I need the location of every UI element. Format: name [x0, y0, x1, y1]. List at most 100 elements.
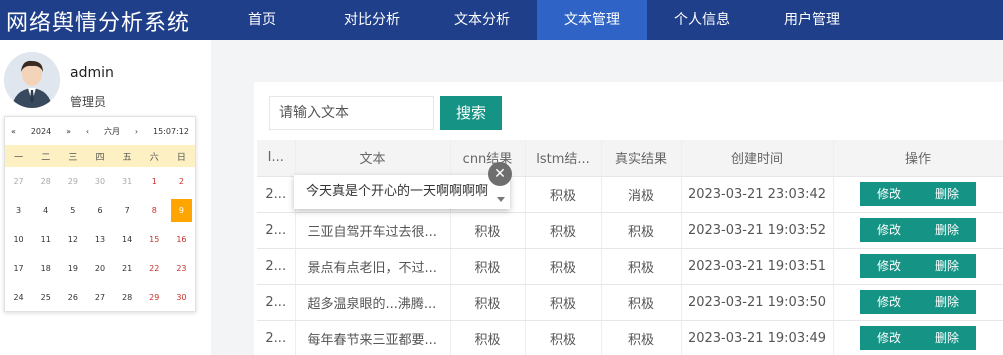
- column-header-truth[interactable]: 真实结果: [601, 140, 682, 177]
- next-month-button[interactable]: ›: [135, 127, 138, 136]
- calendar-year[interactable]: 2024: [31, 127, 51, 136]
- nav-item-profile[interactable]: 个人信息: [647, 0, 757, 40]
- calendar-day[interactable]: 30: [168, 283, 195, 312]
- delete-button[interactable]: 删除: [918, 182, 976, 206]
- calendar-day[interactable]: 27: [86, 283, 113, 312]
- calendar-month[interactable]: 六月: [104, 126, 120, 137]
- search-button[interactable]: 搜索: [440, 96, 502, 130]
- calendar-days: 27 28 29 30 31 1 2 3 4 5 6 7 8 9 10 11 12 13 14 15 16 17 18 19 2…: [5, 167, 195, 312]
- calendar-day[interactable]: 28: [32, 167, 59, 196]
- delete-button[interactable]: 删除: [918, 290, 976, 314]
- calendar-day[interactable]: 9: [170, 199, 192, 222]
- row-action-buttons: 修改 删除: [860, 182, 976, 206]
- nav-item-compare[interactable]: 对比分析: [317, 0, 427, 40]
- text-management-panel: 请输入文本 搜索 I... 文本 cnn结果 lstm结... 真实结果 创建时…: [254, 82, 1003, 355]
- weekday-label: 二: [41, 152, 51, 163]
- calendar-day[interactable]: 5: [59, 196, 86, 225]
- calendar-day[interactable]: 20: [86, 254, 113, 283]
- column-header-id[interactable]: I...: [257, 140, 296, 177]
- delete-button[interactable]: 删除: [918, 326, 976, 350]
- calendar-weekdays: 一 二 三 四 五 六 日: [5, 145, 195, 167]
- calendar-day[interactable]: 17: [5, 254, 32, 283]
- calendar-day[interactable]: 4: [32, 196, 59, 225]
- prev-year-button[interactable]: «: [11, 127, 16, 136]
- calendar-day[interactable]: 1: [141, 167, 168, 196]
- calendar-day[interactable]: 30: [86, 167, 113, 196]
- cell-truth: 积极: [601, 248, 682, 285]
- cell-text: 三亚自驾开车过去很...: [295, 212, 451, 249]
- cell-id: 2...: [257, 320, 296, 355]
- cell-truth: 积极: [601, 212, 682, 249]
- calendar-day[interactable]: 11: [32, 225, 59, 254]
- cell-actions: 修改 删除: [833, 176, 1003, 213]
- calendar-day[interactable]: 8: [141, 196, 168, 225]
- nav-item-text-analysis[interactable]: 文本分析: [427, 0, 537, 40]
- cell-id: 2...: [257, 212, 296, 249]
- delete-button[interactable]: 删除: [918, 218, 976, 242]
- calendar-time: 15:07:12: [153, 126, 189, 136]
- cell-lstm: 积极: [525, 284, 602, 321]
- cell-text: 超多温泉眼的...沸腾...: [295, 284, 451, 321]
- cell-text: 景点有点老旧，不过...: [295, 248, 451, 285]
- calendar-day[interactable]: 31: [114, 167, 141, 196]
- calendar-day[interactable]: 29: [141, 283, 168, 312]
- calendar-day[interactable]: 13: [86, 225, 113, 254]
- edit-button[interactable]: 修改: [860, 254, 918, 278]
- calendar-day[interactable]: 15: [141, 225, 168, 254]
- calendar-day[interactable]: 7: [114, 196, 141, 225]
- calendar-day[interactable]: 23: [168, 254, 195, 283]
- cell-actions: 修改 删除: [833, 320, 1003, 355]
- edit-button[interactable]: 修改: [860, 326, 918, 350]
- edit-button[interactable]: 修改: [860, 218, 918, 242]
- cell-lstm: 积极: [525, 248, 602, 285]
- next-year-button[interactable]: »: [66, 127, 71, 136]
- cell-created: 2023-03-21 23:03:42: [681, 176, 834, 213]
- calendar-day[interactable]: 2: [168, 167, 195, 196]
- popup-dropdown-icon[interactable]: [497, 197, 505, 202]
- calendar-day[interactable]: 26: [59, 283, 86, 312]
- calendar-widget: « 2024 » ‹ 六月 › 15:07:12 一 二 三 四 五 六 日 2…: [4, 116, 196, 312]
- popup-close-button[interactable]: ✕: [488, 162, 512, 186]
- prev-month-button[interactable]: ‹: [86, 127, 89, 136]
- row-action-buttons: 修改 删除: [860, 290, 976, 314]
- table-header-row: I... 文本 cnn结果 lstm结... 真实结果 创建时间 操作: [257, 140, 1003, 177]
- nav-item-text-management[interactable]: 文本管理: [537, 0, 647, 40]
- cell-lstm: 积极: [525, 320, 602, 355]
- search-input[interactable]: 请输入文本: [269, 96, 434, 130]
- cell-created: 2023-03-21 19:03:49: [681, 320, 834, 355]
- weekday-label: 三: [68, 152, 78, 163]
- weekday-label: 日: [176, 152, 186, 163]
- edit-button[interactable]: 修改: [860, 182, 918, 206]
- column-header-text[interactable]: 文本: [295, 140, 451, 177]
- cell-cnn: 积极: [450, 248, 526, 285]
- table-row: 2... 三亚自驾开车过去很... 积极 积极 积极 2023-03-21 19:03:5…: [257, 212, 1003, 249]
- calendar-day[interactable]: 21: [114, 254, 141, 283]
- calendar-day[interactable]: 24: [5, 283, 32, 312]
- calendar-day[interactable]: 27: [5, 167, 32, 196]
- calendar-day[interactable]: 16: [168, 225, 195, 254]
- weekday-label: 四: [95, 152, 105, 163]
- calendar-day[interactable]: 19: [59, 254, 86, 283]
- calendar-day[interactable]: 29: [59, 167, 86, 196]
- calendar-day[interactable]: 28: [114, 283, 141, 312]
- calendar-day[interactable]: 18: [32, 254, 59, 283]
- calendar-day[interactable]: 10: [5, 225, 32, 254]
- calendar-day[interactable]: 6: [86, 196, 113, 225]
- nav-item-home[interactable]: 首页: [207, 0, 317, 40]
- calendar-day[interactable]: 3: [5, 196, 32, 225]
- table-row: 2... 超多温泉眼的...沸腾... 积极 积极 积极 2023-03-21 19:03…: [257, 284, 1003, 321]
- cell-created: 2023-03-21 19:03:52: [681, 212, 834, 249]
- column-header-lstm[interactable]: lstm结...: [525, 140, 602, 177]
- app-title: 网络舆情分析系统: [6, 11, 191, 36]
- calendar-day[interactable]: 25: [32, 283, 59, 312]
- nav-item-user-management[interactable]: 用户管理: [757, 0, 867, 40]
- text-popup: 今天真是个开心的一天啊啊啊啊: [294, 175, 510, 209]
- table-row: 2... 每年春节来三亚都要... 积极 积极 积极 2023-03-21 19:03:4…: [257, 320, 1003, 355]
- calendar-header: « 2024 » ‹ 六月 › 15:07:12: [5, 117, 195, 145]
- calendar-day[interactable]: 12: [59, 225, 86, 254]
- calendar-day[interactable]: 14: [114, 225, 141, 254]
- delete-button[interactable]: 删除: [918, 254, 976, 278]
- column-header-created[interactable]: 创建时间: [681, 140, 834, 177]
- edit-button[interactable]: 修改: [860, 290, 918, 314]
- calendar-day[interactable]: 22: [141, 254, 168, 283]
